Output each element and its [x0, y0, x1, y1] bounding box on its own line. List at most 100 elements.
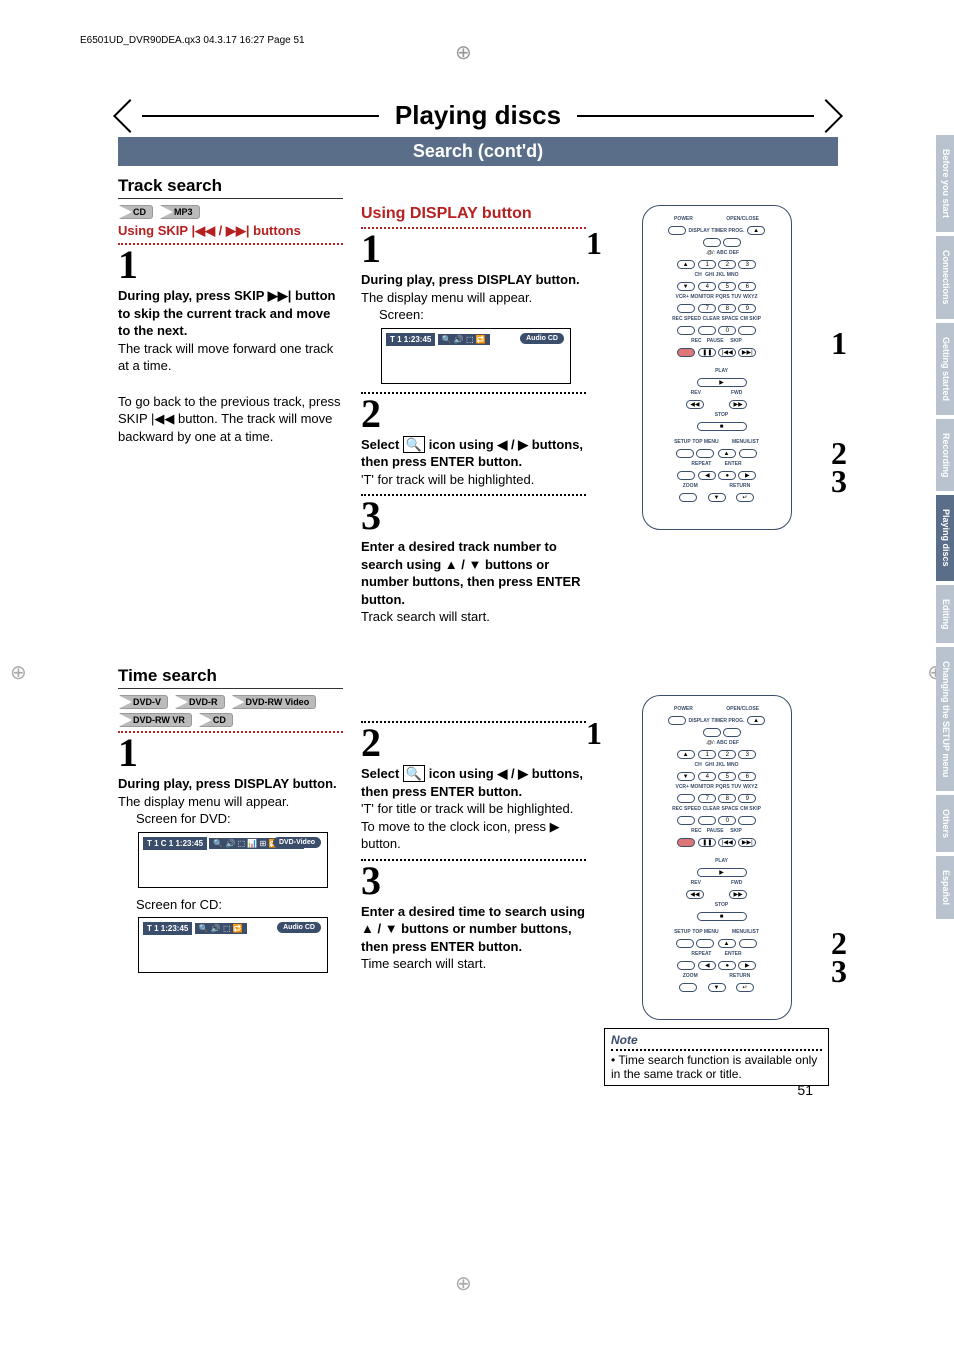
tab-espanol: Español [936, 856, 954, 919]
badge-dvdrw-vr: DVD-RW VR [118, 713, 192, 727]
title-banner: Playing discs [118, 100, 838, 131]
note-title: Note [611, 1033, 822, 1047]
callout-1b: 1 [831, 325, 847, 362]
display-step-2-text: Select 🔍 icon using ◀ / ▶ buttons, then … [361, 436, 586, 471]
badge-mp3: MP3 [159, 205, 200, 219]
badge-dvdr: DVD-R [174, 695, 225, 709]
time-step-1-num: 1 [118, 737, 343, 769]
time-search-section: Time search DVD-V DVD-R DVD-RW Video DVD… [118, 666, 838, 1086]
step-1-bold: During play, press SKIP ▶▶| button to sk… [118, 287, 343, 340]
screen-icon-row: 🔍 🔊 ⬚ 🔁 [195, 923, 247, 934]
step-1-para2: To go back to the previous track, press … [118, 393, 343, 446]
search-icon: 🔍 [403, 765, 425, 782]
screen-info: T 1 1:23:45 [386, 333, 435, 346]
screen-tag-cd: Audio CD [277, 922, 321, 933]
chevron-right-icon [809, 99, 843, 133]
time-step-1-sub2: Screen for CD: [136, 896, 343, 914]
tab-connections: Connections [936, 236, 954, 319]
time-col-left: DVD-V DVD-R DVD-RW Video DVD-RW VR CD 1 … [118, 695, 343, 1086]
badge-dvdrw-video: DVD-RW Video [231, 695, 317, 709]
step-1-text: The track will move forward one track at… [118, 340, 343, 375]
dotted-divider [118, 731, 343, 733]
sub-title: Search (cont'd) [118, 137, 838, 166]
tab-setup-menu: Changing the SETUP menu [936, 647, 954, 791]
screen-dvd-video: T 1 C 1 1:23:45 DVD-Video 🔍 🔊 ⬚ 📊 ⊞ 🔁 ∠ … [138, 832, 328, 888]
display-step-1-num: 1 [361, 233, 586, 265]
badge-cd: CD [118, 205, 153, 219]
display-step-1-bold: During play, press DISPLAY button. [361, 271, 586, 289]
tab-others: Others [936, 795, 954, 852]
display-step-3-text: Track search will start. [361, 608, 586, 626]
track-col-mid: Using DISPLAY button 1 During play, pres… [361, 205, 586, 626]
note-text: • Time search function is available only… [611, 1053, 822, 1081]
tab-before: Before you start [936, 135, 954, 232]
main-title: Playing discs [379, 100, 577, 131]
dotted-divider [361, 859, 586, 861]
print-header: E6501UD_DVR90DEA.qx3 04.3.17 16:27 Page … [80, 35, 305, 46]
side-tabs: Before you start Connections Getting sta… [936, 135, 954, 923]
time-step-3-num: 3 [361, 865, 586, 897]
time-search-columns: DVD-V DVD-R DVD-RW Video DVD-RW VR CD 1 … [118, 695, 838, 1086]
display-step-3-bold: Enter a desired track number to search u… [361, 538, 586, 608]
time-step-1-sub1: Screen for DVD: [136, 810, 343, 828]
registration-mark-bottom: ⊕ [455, 1271, 472, 1296]
tab-playing-discs: Playing discs [936, 495, 954, 581]
page-number: 51 [797, 1082, 813, 1098]
banner-bar-left [142, 115, 379, 117]
dotted-divider [361, 721, 586, 723]
dotted-divider [361, 392, 586, 394]
registration-mark-left: ⊕ [10, 660, 27, 685]
banner-bar-right [577, 115, 814, 117]
display-step-3-num: 3 [361, 500, 586, 532]
time-step-2-sub2: To move to the clock icon, press ▶ butto… [361, 818, 586, 853]
time-badges-row1: DVD-V DVD-R DVD-RW Video [118, 695, 343, 709]
page-content: Playing discs Search (cont'd) Track sear… [118, 100, 838, 1086]
time-step-3-text: Time search will start. [361, 955, 586, 973]
display-step-2-num: 2 [361, 398, 586, 430]
tab-recording: Recording [936, 419, 954, 492]
screen-info-dvd: T 1 C 1 1:23:45 [143, 837, 207, 850]
callout2-1: 1 [586, 715, 602, 752]
registration-mark-top: ⊕ [455, 40, 472, 65]
callout-3: 3 [831, 463, 847, 500]
time-step-3-bold: Enter a desired time to search using ▲ /… [361, 903, 586, 956]
step-1-number: 1 [118, 249, 343, 281]
track-search-columns: CD MP3 Using SKIP |◀◀ / ▶▶| buttons 1 Du… [118, 205, 838, 626]
dotted-divider [361, 227, 586, 229]
track-col-right: 1 1 2 3 POWER OPEN/CLOSE DISPLAY TIMER P… [604, 205, 829, 626]
using-skip-heading: Using SKIP |◀◀ / ▶▶| buttons [118, 223, 343, 239]
screen-cd: T 1 1:23:45 Audio CD 🔍 🔊 ⬚ 🔁 [138, 917, 328, 973]
search-icon: 🔍 [403, 436, 425, 453]
time-col-mid: 2 Select 🔍 icon using ◀ / ▶ buttons, the… [361, 695, 586, 1086]
time-search-heading: Time search [118, 666, 343, 689]
using-display-heading: Using DISPLAY button [361, 205, 586, 223]
note-box: Note • Time search function is available… [604, 1028, 829, 1086]
track-search-heading: Track search [118, 176, 343, 199]
chevron-left-icon [113, 99, 147, 133]
time-step-2-text: Select 🔍 icon using ◀ / ▶ buttons, then … [361, 765, 586, 800]
tab-editing: Editing [936, 585, 954, 644]
time-step-2-sub: 'T' for title or track will be highlight… [361, 800, 586, 818]
badge-cd: CD [198, 713, 233, 727]
time-badges-row2: DVD-RW VR CD [118, 713, 343, 727]
time-col-right: 1 2 3 POWER OPEN/CLOSE DISPLAY TIMER PRO… [604, 695, 829, 1086]
screen-tag-dvd: DVD-Video [273, 837, 321, 848]
track-badges: CD MP3 [118, 205, 343, 219]
track-col-left: CD MP3 Using SKIP |◀◀ / ▶▶| buttons 1 Du… [118, 205, 343, 626]
dotted-divider [118, 243, 343, 245]
remote-diagram-2: POWER OPEN/CLOSE DISPLAY TIMER PROG. ▲ .… [642, 695, 792, 1020]
callout2-3: 3 [831, 953, 847, 990]
screen-tag-audio-cd: Audio CD [520, 333, 564, 344]
tab-getting-started: Getting started [936, 323, 954, 415]
badge-dvdv: DVD-V [118, 695, 168, 709]
time-step-1-text: The display menu will appear. [118, 793, 343, 811]
callout-1: 1 [586, 225, 602, 262]
display-step-1-sub: Screen: [379, 306, 586, 324]
time-step-1-bold: During play, press DISPLAY button. [118, 775, 343, 793]
time-step-2-num: 2 [361, 727, 586, 759]
screen-audio-cd: T 1 1:23:45 Audio CD 🔍 🔊 ⬚ 🔁 [381, 328, 571, 384]
display-step-1-text: The display menu will appear. [361, 289, 586, 307]
dotted-divider [361, 494, 586, 496]
remote-diagram-1: POWER OPEN/CLOSE DISPLAY TIMER PROG. ▲ .… [642, 205, 792, 530]
screen-info-cd: T 1 1:23:45 [143, 922, 192, 935]
